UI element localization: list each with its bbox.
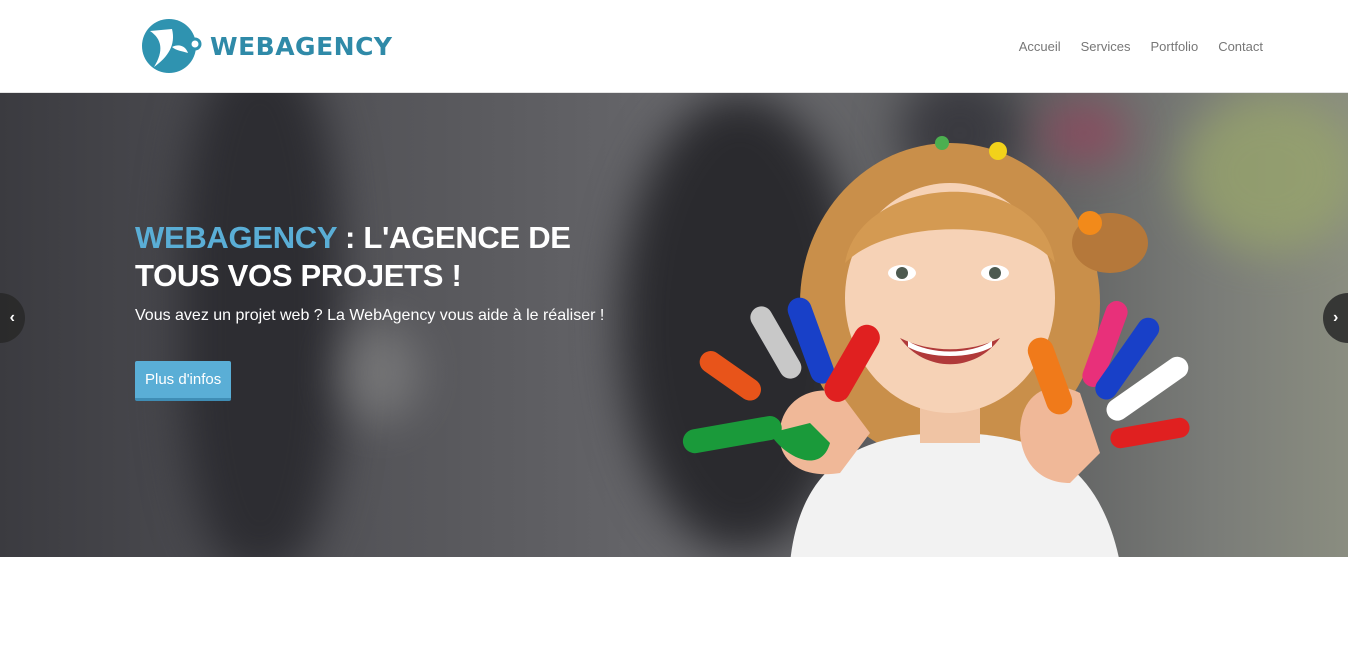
hero-title: WEBAGENCY : L'AGENCE DE TOUS VOS PROJETS… bbox=[135, 219, 655, 295]
background-blur bbox=[180, 93, 340, 557]
chevron-left-icon: ‹ bbox=[9, 309, 15, 326]
more-info-button[interactable]: Plus d'infos bbox=[135, 361, 232, 401]
girl-photo bbox=[682, 136, 1190, 557]
nav-item-contact[interactable]: Contact bbox=[1218, 39, 1263, 54]
webagency-logo-icon bbox=[142, 19, 202, 73]
main-nav: Accueil Services Portfolio Contact bbox=[999, 39, 1263, 54]
site-logo[interactable]: WEBAGENCY bbox=[142, 17, 393, 75]
hero-slider: WEBAGENCY : L'AGENCE DE TOUS VOS PROJETS… bbox=[0, 93, 1348, 557]
slider-next-button[interactable]: › bbox=[1323, 293, 1348, 343]
hero-subtitle: Vous avez un projet web ? La WebAgency v… bbox=[135, 307, 605, 324]
nav-item-services[interactable]: Services bbox=[1081, 39, 1131, 54]
nav-item-portfolio[interactable]: Portfolio bbox=[1150, 39, 1198, 54]
background-blur bbox=[1180, 93, 1348, 253]
background-blur bbox=[340, 323, 420, 423]
nav-item-accueil[interactable]: Accueil bbox=[1019, 39, 1061, 54]
logo-text: WEBAGENCY bbox=[210, 31, 393, 61]
hero-title-accent: WEBAGENCY bbox=[135, 220, 337, 255]
slider-prev-button[interactable]: ‹ bbox=[0, 293, 25, 343]
chevron-right-icon: › bbox=[1333, 309, 1339, 326]
site-header: WEBAGENCY Accueil Services Portfolio Con… bbox=[0, 0, 1348, 93]
